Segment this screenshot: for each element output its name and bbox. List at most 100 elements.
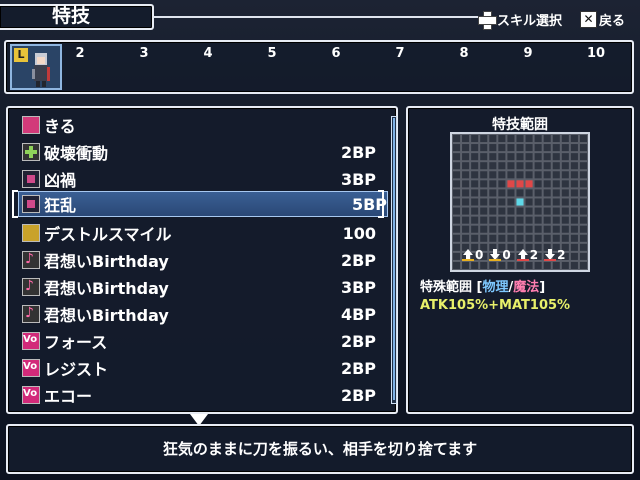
- grid-cell: [462, 225, 470, 233]
- skill-item[interactable]: 凶禍 3BP: [22, 166, 376, 192]
- grid-cell: [543, 234, 551, 242]
- grid-cell: [498, 198, 506, 206]
- grid-cell: [525, 198, 533, 206]
- grid-cell: [498, 144, 506, 152]
- grid-cell: [561, 180, 569, 188]
- party-slot-9[interactable]: 9: [516, 46, 540, 61]
- grid-cell-target: [525, 180, 533, 188]
- grid-cell: [516, 216, 524, 224]
- range-arrows: 0 0 2 2: [462, 248, 565, 262]
- grid-cell-target: [516, 180, 524, 188]
- grid-cell: [534, 171, 542, 179]
- grid-cell: [579, 198, 587, 206]
- grid-cell: [579, 135, 587, 143]
- grid-cell: [489, 225, 497, 233]
- grid-cell: [462, 171, 470, 179]
- grid-cell: [453, 180, 461, 188]
- skill-name: きる: [44, 117, 76, 136]
- grid-cell: [507, 225, 515, 233]
- skill-name: 君想いBirthday: [44, 306, 169, 325]
- grid-cell: [480, 180, 488, 188]
- grid-cell: [453, 135, 461, 143]
- skill-item[interactable]: 破壊衝動 2BP: [22, 139, 376, 165]
- special-range-label: 特殊範囲 [物理/魔法]: [420, 276, 545, 295]
- skill-item[interactable]: レジスト 2BP: [22, 355, 376, 381]
- party-slot-leader[interactable]: L: [10, 44, 62, 90]
- grid-cell: [489, 144, 497, 152]
- grid-cell: [525, 153, 533, 161]
- grid-cell: [453, 171, 461, 179]
- scrollbar-thumb[interactable]: [393, 118, 395, 400]
- skill-item[interactable]: 君想いBirthday 2BP: [22, 247, 376, 273]
- grid-cell: [498, 216, 506, 224]
- cross-icon: [22, 143, 40, 161]
- grid-cell: [579, 144, 587, 152]
- grid-cell: [507, 153, 515, 161]
- grid-cell: [462, 198, 470, 206]
- square-icon: [22, 170, 40, 188]
- grid-cell: [462, 261, 470, 269]
- skill-cost: 2BP: [340, 358, 376, 378]
- grid-cell: [570, 234, 578, 242]
- grid-cell: [561, 234, 569, 242]
- grid-cell: [516, 225, 524, 233]
- grid-cell: [570, 225, 578, 233]
- grid-cell: [471, 216, 479, 224]
- grid-cell: [498, 189, 506, 197]
- grid-cell: [579, 171, 587, 179]
- skill-item[interactable]: デストルスマイル 100: [22, 220, 376, 246]
- skill-item-selected[interactable]: 狂乱 5BP: [18, 191, 388, 217]
- party-slot-6[interactable]: 6: [324, 46, 348, 61]
- arrow-down-value: 0: [489, 248, 511, 262]
- grid-cell-target: [507, 180, 515, 188]
- party-slot-10[interactable]: 10: [584, 46, 608, 61]
- party-slot-3[interactable]: 3: [132, 46, 156, 61]
- party-slot-7[interactable]: 7: [388, 46, 412, 61]
- skill-item[interactable]: 君想いBirthday 3BP: [22, 274, 376, 300]
- grid-cell: [480, 216, 488, 224]
- grid-cell: [471, 225, 479, 233]
- skill-cost: 2BP: [340, 250, 376, 270]
- skill-name: 狂乱: [44, 196, 77, 215]
- party-slot-5[interactable]: 5: [260, 46, 284, 61]
- skill-item[interactable]: エコー 2BP: [22, 382, 376, 408]
- party-row: L 2 3 4 5 6 7 8 9 10: [4, 40, 634, 94]
- grid-cell: [570, 135, 578, 143]
- skill-cost: 2BP: [340, 331, 376, 351]
- grid-cell: [453, 198, 461, 206]
- grid-cell: [480, 225, 488, 233]
- grid-cell: [462, 216, 470, 224]
- skill-item[interactable]: フォース 2BP: [22, 328, 376, 354]
- grid-cell: [516, 144, 524, 152]
- grid-cell: [489, 216, 497, 224]
- grid-cell: [471, 234, 479, 242]
- square-icon: [22, 195, 40, 213]
- skill-range-panel: 特技範囲 0 0 2 2 特殊範囲 [物理/魔法] ATK105%+MAT105…: [406, 106, 634, 414]
- back-hint[interactable]: ✕ 戻る: [580, 8, 625, 30]
- party-slot-8[interactable]: 8: [452, 46, 476, 61]
- note-icon: [22, 251, 40, 269]
- arrow-up-icon: [462, 249, 474, 261]
- grid-cell: [453, 234, 461, 242]
- grid-cell: [462, 144, 470, 152]
- grid-cell: [525, 189, 533, 197]
- grid-cell: [516, 171, 524, 179]
- grid-cell: [561, 171, 569, 179]
- skill-item[interactable]: 君想いBirthday 4BP: [22, 301, 376, 327]
- grid-cell: [471, 207, 479, 215]
- party-slot-4[interactable]: 4: [196, 46, 220, 61]
- skill-item[interactable]: きる: [22, 112, 376, 138]
- note-plus2-icon: [22, 305, 40, 323]
- range-title: 特技範囲: [492, 117, 548, 133]
- menu-title: 特技: [0, 4, 154, 30]
- vo-icon: [22, 332, 40, 350]
- list-scrollbar[interactable]: [391, 116, 397, 404]
- grid-cell: [552, 216, 560, 224]
- grid-cell: [561, 162, 569, 170]
- grid-cell: [453, 162, 461, 170]
- grid-cell: [525, 162, 533, 170]
- party-slot-2[interactable]: 2: [68, 46, 92, 61]
- grid-cell: [543, 189, 551, 197]
- arrow-down-red-value: 2: [544, 248, 565, 262]
- skill-name: デストルスマイル: [44, 225, 172, 244]
